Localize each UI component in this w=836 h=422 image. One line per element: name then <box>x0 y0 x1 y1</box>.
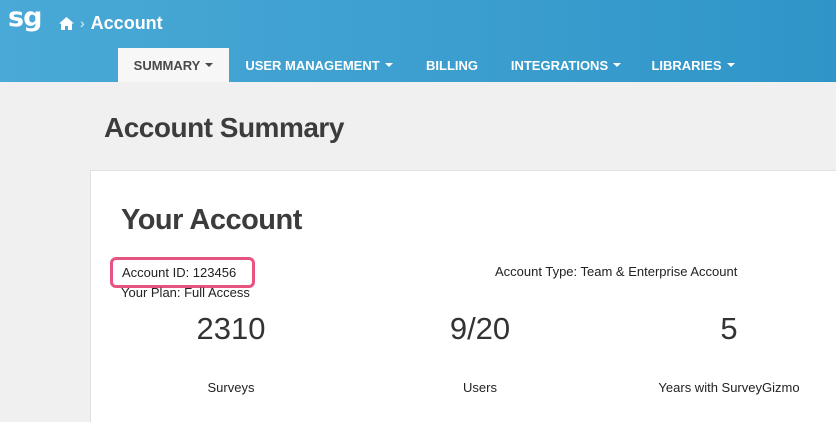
caret-down-icon <box>613 63 622 67</box>
tab-integrations-label: INTEGRATIONS <box>510 57 609 73</box>
breadcrumb: › Account <box>58 13 163 33</box>
caret-down-icon <box>384 63 393 67</box>
account-plan: Your Plan: Full Access <box>121 285 250 300</box>
stat-users: 9/20 Users <box>370 311 590 395</box>
tab-libraries[interactable]: LIBRARIES <box>637 48 749 82</box>
home-icon[interactable] <box>58 16 75 31</box>
stat-value: 5 <box>720 311 738 346</box>
tab-billing-label: BILLING <box>426 57 478 73</box>
card-title: Your Account <box>121 204 302 236</box>
tab-user-management[interactable]: USER MANAGEMENT <box>229 48 409 82</box>
tab-summary[interactable]: SUMMARY <box>118 48 229 82</box>
tab-user-management-label: USER MANAGEMENT <box>245 57 380 73</box>
stat-label: Users <box>463 380 497 395</box>
caret-down-icon <box>726 63 735 67</box>
stat-label: Years with SurveyGizmo <box>658 380 800 395</box>
stat-surveys: 2310 Surveys <box>121 311 341 395</box>
caret-down-icon <box>205 63 214 67</box>
sg-logo[interactable]: sg <box>8 2 42 33</box>
chevron-right-icon: › <box>80 15 85 31</box>
stat-years: 5 Years with SurveyGizmo <box>619 311 836 395</box>
account-id-highlight: Account ID: 123456 <box>110 257 255 288</box>
stat-value: 2310 <box>196 311 266 346</box>
main-nav: SUMMARY USER MANAGEMENT BILLING INTEGRAT… <box>118 48 749 82</box>
tab-integrations[interactable]: INTEGRATIONS <box>495 48 637 82</box>
stat-value: 9/20 <box>449 311 511 346</box>
top-header: sg › Account SUMMARY USER MANAGEMENT BIL… <box>0 0 836 82</box>
tab-libraries-label: LIBRARIES <box>651 57 722 73</box>
stat-label: Surveys <box>207 380 255 395</box>
breadcrumb-current: Account <box>90 12 163 33</box>
account-card: Your Account Account ID: 123456 Account … <box>90 170 836 422</box>
tab-billing[interactable]: BILLING <box>409 48 495 82</box>
account-type: Account Type: Team & Enterprise Account <box>495 264 738 279</box>
page-title: Account Summary <box>104 112 344 143</box>
account-id: Account ID: 123456 <box>122 265 237 280</box>
tab-summary-label: SUMMARY <box>133 57 201 73</box>
